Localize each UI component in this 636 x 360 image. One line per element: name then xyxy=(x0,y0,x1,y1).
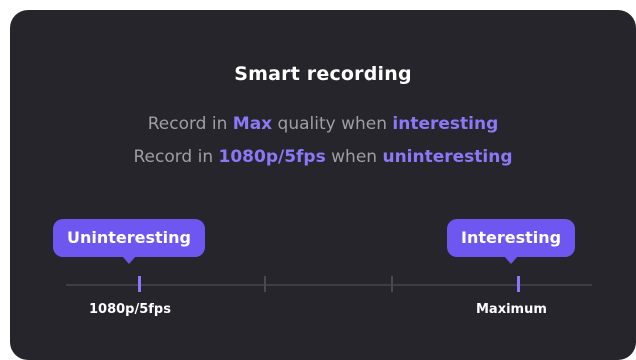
slider-tick[interactable] xyxy=(264,276,266,292)
description-prefix: Record in xyxy=(147,114,233,134)
description-middle: when xyxy=(325,147,383,167)
slider-tick-low[interactable] xyxy=(138,276,141,292)
card-title: Smart recording xyxy=(234,63,412,85)
description-prefix: Record in xyxy=(133,147,219,167)
interesting-bubble: Interesting xyxy=(447,219,576,264)
low-quality-highlight: 1080p/5fps xyxy=(218,147,326,167)
slider-tick-max[interactable] xyxy=(517,276,520,292)
slider-tick[interactable] xyxy=(391,276,393,292)
description-uninteresting: Record in 1080p/5fps when uninteresting xyxy=(10,147,636,167)
description-interesting: Record in Max quality when interesting xyxy=(10,114,636,134)
uninteresting-bubble: Uninteresting xyxy=(53,219,205,264)
interesting-highlight: interesting xyxy=(392,114,499,134)
max-quality-label: Maximum xyxy=(476,302,547,317)
smart-recording-card: Smart recording Record in Max quality wh… xyxy=(10,10,636,360)
max-quality-highlight: Max xyxy=(232,114,273,134)
description-middle: quality when xyxy=(272,114,393,134)
uninteresting-highlight: uninteresting xyxy=(382,147,513,167)
slider-track[interactable] xyxy=(66,284,592,286)
low-quality-label: 1080p/5fps xyxy=(89,302,171,317)
